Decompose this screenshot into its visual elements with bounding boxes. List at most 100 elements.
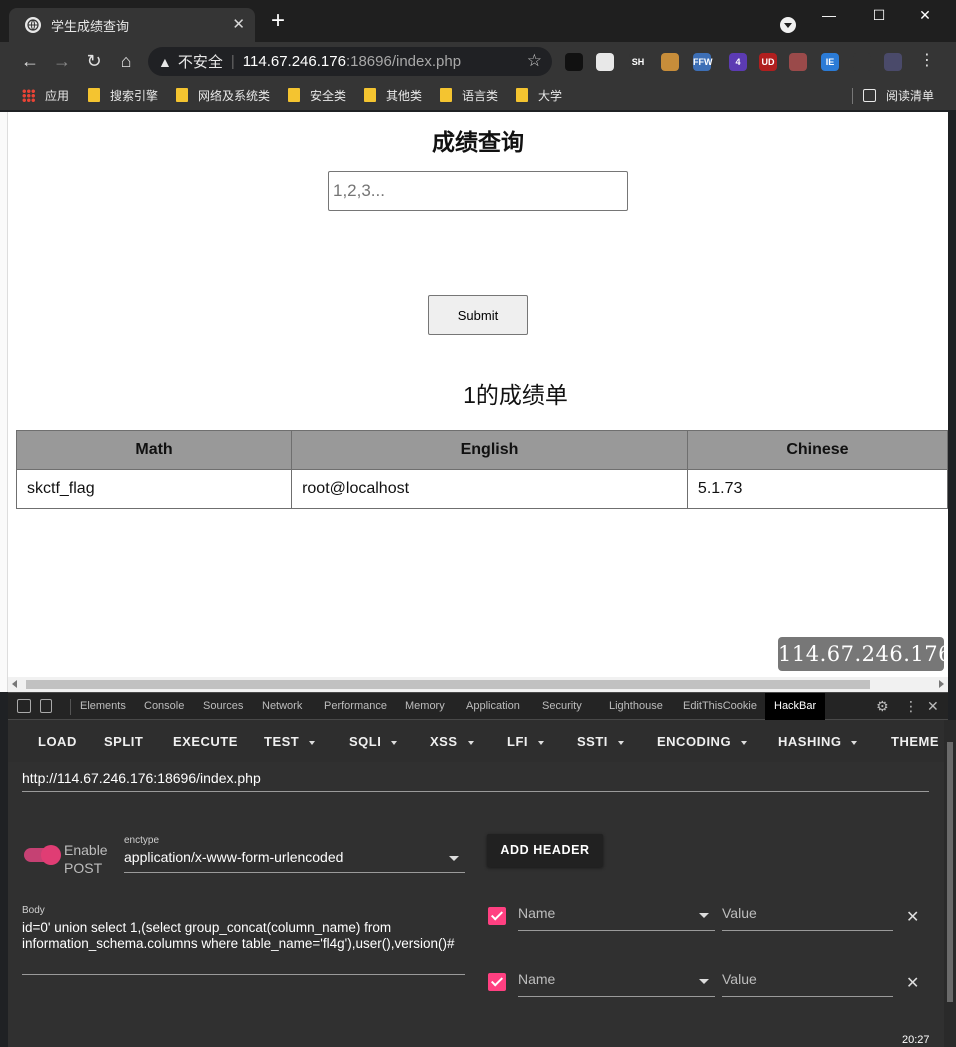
puzzle-icon[interactable]: [853, 53, 871, 71]
settings-gear-icon[interactable]: ⚙: [876, 698, 889, 715]
menu-label: SSTI: [577, 734, 608, 749]
home-icon[interactable]: ⌂: [115, 50, 137, 72]
body-label: Body: [22, 905, 45, 916]
hackbar-menu-ssti[interactable]: SSTI: [577, 734, 624, 749]
insecure-label: 不安全: [177, 54, 223, 71]
menu-label: SPLIT: [104, 734, 144, 749]
bookmark-label: 搜索引擎: [110, 88, 159, 103]
menu-label: LOAD: [38, 734, 77, 749]
header-name-select[interactable]: Name: [518, 971, 715, 997]
bookmark-folder[interactable]: 安全类: [288, 86, 346, 104]
ie-icon[interactable]: IE: [821, 53, 839, 71]
tab-search-icon[interactable]: [780, 17, 796, 33]
devtools-close-icon[interactable]: ✕: [927, 698, 939, 715]
sh-icon[interactable]: SH: [629, 53, 647, 71]
reload-icon[interactable]: ↻: [83, 50, 105, 72]
folder-icon: [364, 88, 376, 102]
bookmark-folder[interactable]: 其他类: [364, 86, 422, 104]
chevron-down-icon: [449, 856, 459, 861]
horizontal-scrollbar[interactable]: [8, 677, 948, 692]
tab-editthiscookie[interactable]: EditThisCookie: [683, 700, 757, 712]
remove-header-icon[interactable]: ✕: [906, 907, 919, 927]
scrollbar-thumb[interactable]: [947, 742, 953, 1002]
hackbar-scrollbar[interactable]: [944, 720, 956, 1047]
header-enabled-checkbox[interactable]: [488, 973, 506, 991]
tab-lighthouse[interactable]: Lighthouse: [609, 700, 663, 712]
tab-sources[interactable]: Sources: [203, 700, 243, 712]
submit-button[interactable]: Submit: [428, 295, 528, 335]
avatar-icon[interactable]: [884, 53, 902, 71]
result-caption: 1的成绩单: [463, 382, 568, 408]
header-chinese: Chinese: [686, 430, 948, 470]
badge-icon[interactable]: 4: [729, 53, 747, 71]
hackbar-menu-test[interactable]: TEST: [264, 734, 316, 749]
body-field[interactable]: id=0' union select 1,(select group_conca…: [22, 920, 465, 975]
reading-list-button[interactable]: 阅读清单: [862, 86, 934, 104]
bookmark-folder[interactable]: 大学: [516, 86, 562, 104]
circle-icon[interactable]: [565, 53, 583, 71]
hackbar-menu-load[interactable]: LOAD: [38, 734, 77, 749]
bird-icon[interactable]: [596, 53, 614, 71]
tab-elements[interactable]: Elements: [80, 700, 126, 712]
back-icon[interactable]: ←: [19, 50, 41, 72]
forward-icon[interactable]: →: [51, 50, 73, 72]
maximize-button[interactable]: ☐: [856, 4, 902, 28]
cookie-icon[interactable]: [661, 53, 679, 71]
close-window-button[interactable]: ✕: [902, 4, 948, 28]
ffw-icon[interactable]: FFW: [693, 53, 713, 71]
header-enabled-checkbox[interactable]: [488, 907, 506, 925]
minimize-button[interactable]: —: [806, 4, 852, 28]
bookmark-apps[interactable]: 应用: [22, 86, 69, 104]
hackbar-menu-xss[interactable]: XSS: [430, 734, 474, 749]
scrollbar-thumb[interactable]: [26, 680, 870, 689]
menu-label: XSS: [430, 734, 458, 749]
hackbar-menu-execute[interactable]: EXECUTE: [173, 734, 238, 749]
window-icon[interactable]: [789, 53, 807, 71]
bookmark-folder[interactable]: 网络及系统类: [176, 86, 270, 104]
enable-post-label: Enable POST: [64, 842, 108, 876]
tab-network[interactable]: Network: [262, 700, 302, 712]
new-tab-button[interactable]: +: [266, 9, 290, 34]
query-input[interactable]: [328, 171, 628, 211]
devtools-tabbar: Elements Console Sources Network Performance…: [8, 692, 948, 720]
menu-label: LFI: [507, 734, 528, 749]
remove-header-icon[interactable]: ✕: [906, 973, 919, 993]
hackbar-menu-split[interactable]: SPLIT: [104, 734, 143, 749]
browser-tab[interactable]: 学生成绩查询 ✕: [9, 8, 255, 42]
caret-down-icon: [391, 740, 398, 745]
table-row: skctf_flag root@localhost 5.1.73: [15, 469, 948, 509]
scroll-right-icon[interactable]: [939, 680, 944, 688]
menu-kebab-icon[interactable]: ⋮: [916, 50, 938, 72]
tab-application[interactable]: Application: [466, 700, 520, 712]
address-bar[interactable]: ▲ 不安全 | 114.67.246.176 :18696/index.php …: [148, 47, 552, 76]
hackbar-menu-encoding[interactable]: ENCODING: [657, 734, 748, 749]
tab-memory[interactable]: Memory: [405, 700, 445, 712]
menu-label: SQLI: [349, 734, 382, 749]
header-value-input[interactable]: Value: [722, 905, 893, 931]
enable-post-toggle[interactable]: [24, 845, 61, 865]
tab-console[interactable]: Console: [144, 700, 184, 712]
url-field[interactable]: http://114.67.246.176:18696/index.php: [22, 770, 929, 792]
hackbar-menu-sqli[interactable]: SQLI: [349, 734, 398, 749]
bookmark-star-icon[interactable]: ☆: [527, 51, 542, 71]
tab-performance[interactable]: Performance: [324, 700, 387, 712]
inspect-element-icon[interactable]: [17, 699, 31, 713]
device-toolbar-icon[interactable]: [40, 699, 52, 713]
hackbar-menu-hashing[interactable]: HASHING: [778, 734, 858, 749]
hackbar-menu-lfi[interactable]: LFI: [507, 734, 544, 749]
tab-title: 学生成绩查询: [51, 18, 130, 34]
header-name-select[interactable]: Name: [518, 905, 715, 931]
tab-close-icon[interactable]: ✕: [232, 16, 245, 34]
tab-hackbar[interactable]: HackBar: [765, 693, 826, 720]
bookmark-folder[interactable]: 语言类: [440, 86, 498, 104]
enctype-select[interactable]: application/x-www-form-urlencoded: [124, 849, 465, 873]
devtools-menu-icon[interactable]: ⋮: [904, 698, 918, 715]
bookmark-folder[interactable]: 搜索引擎: [88, 86, 158, 104]
scroll-left-icon[interactable]: [12, 680, 17, 688]
add-header-button[interactable]: ADD HEADER: [487, 834, 603, 867]
header-value-input[interactable]: Value: [722, 971, 893, 997]
tab-security[interactable]: Security: [542, 700, 582, 712]
hackbar-menu-theme[interactable]: THEME: [891, 734, 939, 749]
ublock-icon[interactable]: UD: [759, 53, 777, 71]
hackbar-menu: LOAD SPLIT EXECUTE TEST SQLI XSS LFI SSTI ENCODI…: [8, 720, 944, 762]
